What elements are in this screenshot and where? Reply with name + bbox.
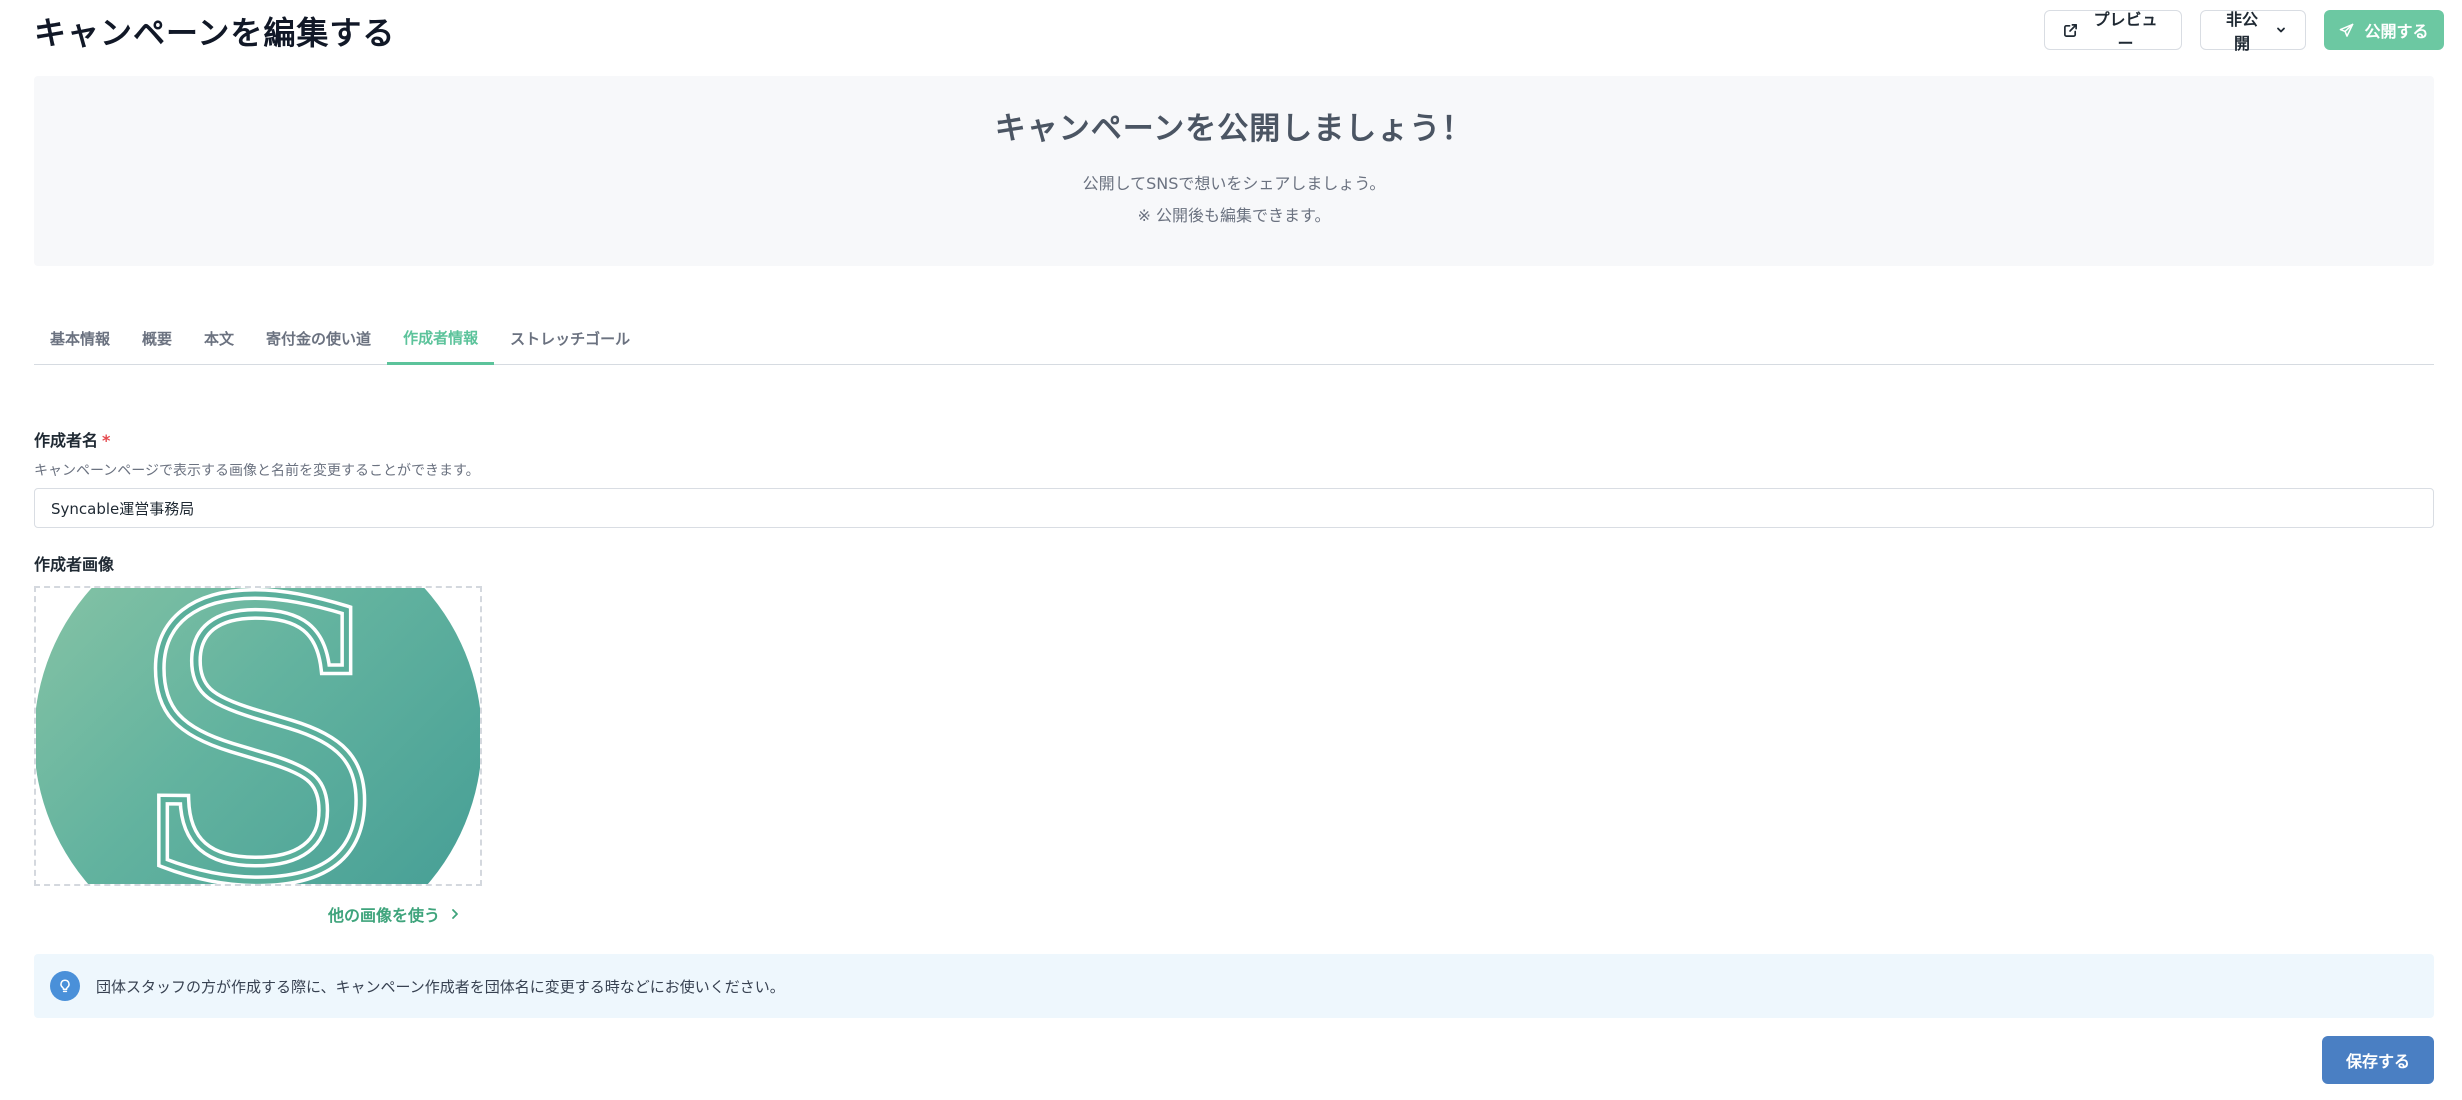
banner-note: ※ 公開後も編集できます。: [1137, 206, 1331, 225]
page-title: キャンペーンを編集する: [34, 14, 396, 52]
lightbulb-icon: [50, 971, 80, 1001]
author-name-label: 作成者名 *: [34, 427, 110, 451]
author-image-label: 作成者画像: [34, 555, 115, 574]
info-text: 団体スタッフの方が作成する際に、キャンペーン作成者を団体名に変更する時などにお使…: [96, 977, 785, 996]
logo-letter-inner: S: [128, 588, 388, 884]
preview-button[interactable]: プレビュー: [2044, 10, 2182, 53]
external-link-icon: [2063, 23, 2078, 38]
author-image-dropzone[interactable]: S S: [34, 586, 482, 886]
tab-author-info[interactable]: 作成者情報: [387, 312, 495, 365]
banner-description: 公開してSNSで想いをシェアしましょう。: [1082, 174, 1386, 193]
use-other-image-link[interactable]: 他の画像を使う: [328, 902, 460, 926]
author-name-label-text: 作成者名: [34, 431, 99, 450]
info-notice: 団体スタッフの方が作成する際に、キャンペーン作成者を団体名に変更する時などにお使…: [34, 954, 2434, 1018]
tab-stretch-goal[interactable]: ストレッチゴール: [494, 312, 646, 364]
required-mark: *: [102, 431, 111, 450]
paper-plane-icon: [2339, 23, 2354, 38]
visibility-label: 非公開: [2225, 12, 2258, 53]
preview-button-label: プレビュー: [2093, 12, 2158, 53]
publish-banner: キャンペーンを公開しましょう！ 公開してSNSで想いをシェアしましょう。 ※ 公…: [34, 76, 2434, 266]
tab-donation-usage[interactable]: 寄付金の使い道: [250, 312, 387, 364]
tab-summary[interactable]: 概要: [126, 312, 188, 364]
author-name-input[interactable]: [34, 488, 2434, 528]
tab-body[interactable]: 本文: [188, 312, 250, 364]
publish-button-label: 公開する: [2364, 24, 2429, 41]
chevron-right-icon: [450, 908, 460, 920]
use-other-image-label: 他の画像を使う: [328, 906, 441, 925]
chevron-down-icon: [2275, 24, 2287, 36]
save-button[interactable]: 保存する: [2322, 1036, 2434, 1084]
header-actions: プレビュー 非公開 公開する: [2044, 10, 2444, 53]
publish-button[interactable]: 公開する: [2324, 10, 2444, 50]
banner-title: キャンペーンを公開しましょう！: [994, 111, 1474, 147]
author-image: S S: [36, 588, 480, 884]
author-name-help: キャンペーンページで表示する画像と名前を変更することができます。: [34, 463, 480, 479]
tab-basic-info[interactable]: 基本情報: [34, 312, 126, 364]
visibility-dropdown[interactable]: 非公開: [2200, 10, 2306, 53]
tab-bar: 基本情報 概要 本文 寄付金の使い道 作成者情報 ストレッチゴール: [34, 312, 2434, 365]
